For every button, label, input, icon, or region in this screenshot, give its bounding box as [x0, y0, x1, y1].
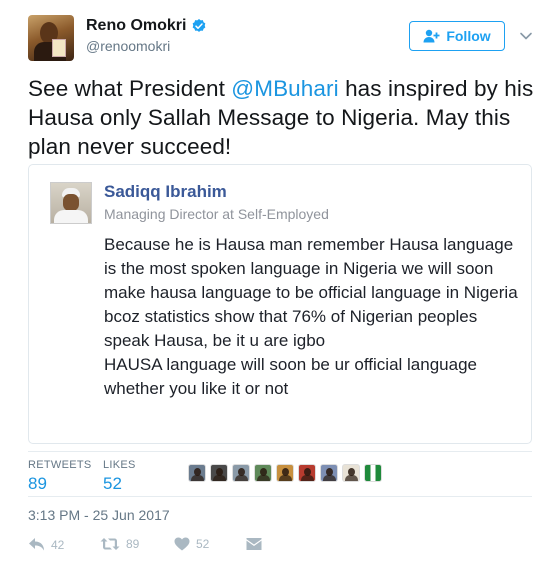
liker-avatar[interactable] [254, 464, 272, 482]
chevron-down-icon[interactable] [519, 29, 533, 43]
tweet-timestamp[interactable]: 3:13 PM - 25 Jun 2017 [28, 507, 170, 523]
embedded-author-name: Sadiqq Ibrahim [104, 182, 227, 201]
divider [28, 496, 532, 497]
direct-message-button[interactable] [246, 537, 262, 551]
follow-button[interactable]: Follow [409, 21, 505, 51]
direct-message-icon [246, 538, 262, 550]
liker-body [235, 475, 248, 481]
liker-avatar[interactable] [342, 464, 360, 482]
liker-body [301, 475, 314, 481]
author-name-row[interactable]: Reno Omokri [86, 17, 207, 35]
retweets-label: RETWEETS [28, 459, 92, 471]
embedded-post-image[interactable]: Sadiqq Ibrahim Managing Director at Self… [28, 164, 532, 444]
embedded-post-text: Because he is Hausa man remember Hausa l… [104, 233, 524, 401]
likes-count: 52 [103, 474, 122, 493]
liker-avatar[interactable] [188, 464, 206, 482]
author-handle[interactable]: @renoomokri [86, 38, 170, 54]
liker-body [257, 475, 270, 481]
embedded-paragraph: HAUSA language will soon be ur official … [104, 355, 477, 398]
avatar-card [52, 39, 66, 57]
embedded-author-subtitle: Managing Director at Self-Employed [104, 206, 329, 222]
liker-body [323, 475, 336, 481]
divider [28, 451, 532, 452]
author-display-name[interactable]: Reno Omokri [86, 17, 186, 35]
follow-button-label: Follow [446, 28, 491, 44]
liker-body [279, 475, 292, 481]
retweet-button[interactable]: 89 [100, 537, 139, 551]
tweet-text-part-1: See what President [28, 76, 232, 101]
likes-stat[interactable]: LIKES 52 [103, 459, 136, 494]
likers-avatars [188, 464, 386, 482]
liker-avatar[interactable] [232, 464, 250, 482]
retweets-count: 89 [28, 474, 47, 493]
author-avatar[interactable] [28, 15, 74, 61]
heart-icon [174, 537, 190, 551]
nigeria-flag-avatar[interactable] [364, 464, 382, 482]
add-user-icon [423, 29, 440, 43]
liker-body [213, 475, 226, 481]
liker-avatar[interactable] [298, 464, 316, 482]
retweets-stat[interactable]: RETWEETS 89 [28, 459, 92, 494]
liker-body [345, 475, 358, 481]
like-button[interactable]: 52 [174, 537, 209, 551]
liker-avatar[interactable] [320, 464, 338, 482]
tweet-card: Reno Omokri @renoomokri Follow See what … [0, 0, 556, 582]
photo-robe [54, 210, 88, 223]
embedded-author-photo [50, 182, 92, 224]
liker-avatar[interactable] [210, 464, 228, 482]
retweet-count: 89 [126, 537, 140, 551]
likes-label: LIKES [103, 459, 136, 471]
reply-button[interactable]: 42 [28, 537, 64, 552]
liker-avatar[interactable] [276, 464, 294, 482]
embedded-paragraph: Because he is Hausa man remember Hausa l… [104, 235, 518, 350]
retweet-icon [100, 538, 120, 550]
reply-icon [29, 538, 44, 551]
liker-body [191, 475, 204, 481]
photo-face [63, 194, 79, 211]
verified-badge-icon [193, 19, 206, 32]
reply-count: 42 [51, 537, 65, 552]
mention-link[interactable]: @MBuhari [231, 76, 338, 101]
tweet-text: See what President @MBuhari has inspired… [28, 74, 538, 161]
like-count: 52 [196, 537, 210, 551]
